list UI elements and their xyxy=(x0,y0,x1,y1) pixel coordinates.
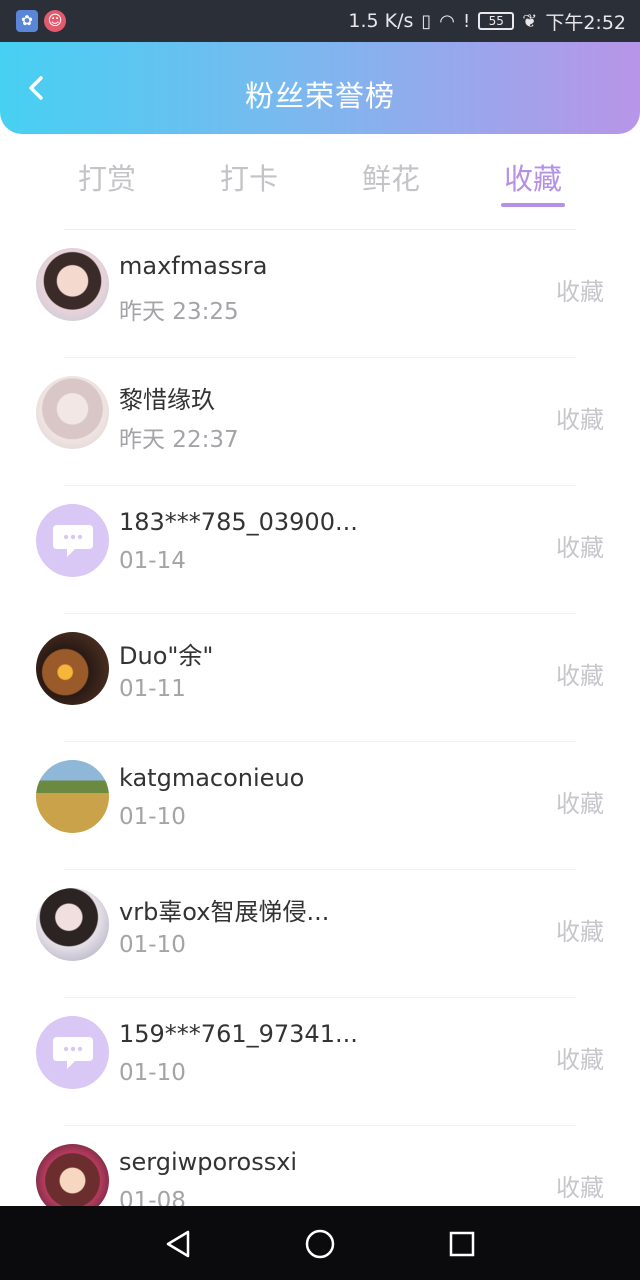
tab-label: 打卡 xyxy=(219,162,278,196)
page-title: 粉丝荣誉榜 xyxy=(244,79,395,113)
tab-checkin[interactable]: 打卡 xyxy=(199,134,299,230)
vibrate-icon: ▯ xyxy=(421,10,432,32)
status-left-icons: ✿ ☺ xyxy=(16,10,66,32)
back-triangle-icon xyxy=(166,1230,190,1258)
action-type-label: 收藏 xyxy=(556,918,604,946)
action-type-label: 收藏 xyxy=(556,1046,604,1074)
tab-flowers[interactable]: 鲜花 xyxy=(341,134,441,230)
fan-time: 01-10 xyxy=(119,932,186,958)
list-item[interactable]: 159***761_97341... 01-10 收藏 xyxy=(0,998,640,1126)
fan-time: 昨天 23:25 xyxy=(119,299,239,325)
fan-time: 01-08 xyxy=(119,1188,186,1206)
fan-name: 159***761_97341... xyxy=(119,1020,358,1048)
avatar xyxy=(36,760,109,833)
list-item[interactable]: vrb辜ox智展悌侵... 01-10 收藏 xyxy=(0,870,640,998)
chat-bubble-icon xyxy=(52,524,93,557)
avatar xyxy=(36,1144,109,1206)
baidu-paw-icon: ✿ xyxy=(16,10,38,32)
fan-name: 183***785_03900... xyxy=(119,508,358,536)
home-circle-icon xyxy=(305,1229,335,1259)
avatar xyxy=(36,376,109,449)
network-speed: 1.5 K/s xyxy=(348,10,414,32)
list-item[interactable]: katgmaconieuo 01-10 收藏 xyxy=(0,742,640,870)
avatar xyxy=(36,248,109,321)
list-item[interactable]: 183***785_03900... 01-14 收藏 xyxy=(0,486,640,614)
fan-time: 01-14 xyxy=(119,548,186,574)
fan-name: maxfmassra xyxy=(119,252,268,280)
tab-label: 收藏 xyxy=(503,162,562,196)
tab-bar: 打赏 打卡 鲜花 收藏 xyxy=(0,134,640,230)
action-type-label: 收藏 xyxy=(556,790,604,818)
recents-square-icon xyxy=(449,1231,475,1257)
action-type-label: 收藏 xyxy=(556,278,604,306)
status-time: 下午2:52 xyxy=(545,11,626,34)
tab-favorites[interactable]: 收藏 xyxy=(483,134,583,230)
avatar xyxy=(36,1016,109,1089)
action-type-label: 收藏 xyxy=(556,662,604,690)
avatar xyxy=(36,632,109,705)
list-item[interactable]: 黎惜缘玖 昨天 22:37 收藏 xyxy=(0,358,640,486)
system-nav-bar xyxy=(0,1206,640,1280)
fan-name: sergiwporossxi xyxy=(119,1148,298,1176)
wifi-icon: ◠ xyxy=(439,10,456,32)
fan-time: 01-10 xyxy=(119,1060,186,1086)
avatar xyxy=(36,504,109,577)
list-item[interactable]: maxfmassra 昨天 23:25 收藏 xyxy=(0,230,640,358)
action-type-label: 收藏 xyxy=(556,1174,604,1202)
nav-recents-button[interactable] xyxy=(442,1224,482,1264)
chat-bubble-icon xyxy=(52,1036,93,1069)
leaf-icon: ❦ xyxy=(522,10,538,32)
fan-name: vrb辜ox智展悌侵... xyxy=(119,898,330,926)
nav-home-button[interactable] xyxy=(300,1224,340,1264)
fan-name: katgmaconieuo xyxy=(119,764,305,792)
active-tab-indicator xyxy=(501,203,565,207)
fan-name: 黎惜缘玖 xyxy=(119,386,215,414)
tab-tip[interactable]: 打赏 xyxy=(57,134,157,230)
avatar xyxy=(36,888,109,961)
list-item[interactable]: sergiwporossxi 01-08 收藏 xyxy=(0,1126,640,1206)
action-type-label: 收藏 xyxy=(556,406,604,434)
action-type-label: 收藏 xyxy=(556,534,604,562)
fan-time: 01-11 xyxy=(119,676,186,702)
list-item[interactable]: Duo"余" 01-11 收藏 xyxy=(0,614,640,742)
app-badge-icon: ☺ xyxy=(44,10,66,32)
fan-time: 01-10 xyxy=(119,804,186,830)
tab-label: 鲜花 xyxy=(361,162,420,196)
battery-icon: 55 xyxy=(478,12,515,30)
page-header: 粉丝荣誉榜 xyxy=(0,42,640,134)
alert-icon: ! xyxy=(463,10,471,32)
fan-list: maxfmassra 昨天 23:25 收藏 黎惜缘玖 昨天 22:37 收藏 … xyxy=(0,230,640,1206)
fan-name: Duo"余" xyxy=(119,642,214,670)
battery-level: 55 xyxy=(488,14,504,28)
tab-label: 打赏 xyxy=(77,162,136,196)
status-bar: ✿ ☺ 1.5 K/s ▯ ◠ ! 55 ❦ 下午2:52 xyxy=(0,0,640,42)
fan-time: 昨天 22:37 xyxy=(119,427,239,453)
nav-back-button[interactable] xyxy=(158,1224,198,1264)
status-right: 1.5 K/s ▯ ◠ ! 55 ❦ 下午2:52 xyxy=(348,0,626,42)
